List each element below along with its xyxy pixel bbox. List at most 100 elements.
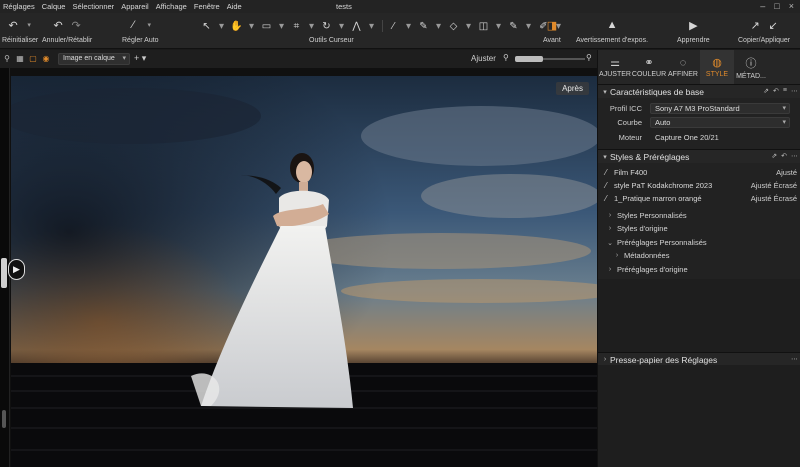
- heal-brush-icon[interactable]: ✎: [507, 19, 520, 33]
- apply-arrow-icon[interactable]: ↙: [766, 18, 780, 32]
- chevron-down-icon: ▾: [122, 55, 126, 62]
- chevron-down-icon[interactable]: ▾: [24, 18, 34, 32]
- search-icon[interactable]: ⚲: [2, 53, 12, 63]
- auto-adjust-group[interactable]: ⁄ ▾ Régler Auto: [122, 15, 159, 44]
- tree-item-custom-styles[interactable]: › Styles Personnalisés: [598, 209, 800, 222]
- eraser-icon[interactable]: ◇: [447, 19, 460, 33]
- close-icon[interactable]: ×: [789, 1, 794, 11]
- panel-handle[interactable]: [1, 258, 7, 288]
- tab-couleur[interactable]: ⚭ COULEUR: [632, 50, 666, 84]
- tab-metadonnees[interactable]: ⓘ MÉTAD...: [734, 50, 768, 84]
- styles-presets-header[interactable]: ▾ Styles & Préréglages ⇗ ↶ ⋯: [598, 149, 800, 163]
- chevron-down-icon[interactable]: ▾: [305, 19, 318, 33]
- single-view-icon[interactable]: ▢: [28, 53, 38, 63]
- chevron-down-icon[interactable]: ▾: [215, 19, 228, 33]
- copy-arrow-icon[interactable]: ⇗: [763, 87, 769, 95]
- style-name: style PaT Kodakchrome 2023: [614, 181, 713, 190]
- reset-group[interactable]: ↶ ▾ Réinitialiser: [2, 15, 38, 45]
- menu-selectionner[interactable]: Sélectionner: [69, 2, 118, 11]
- more-icon[interactable]: ⋯: [791, 87, 798, 95]
- panel-empty-area: [598, 365, 800, 467]
- chevron-down-icon[interactable]: ▾: [335, 19, 348, 33]
- sliders-icon: ⚌: [610, 57, 620, 69]
- applied-style-row[interactable]: ⁄ style PaT Kodakchrome 2023 Ajusté Écra…: [598, 179, 800, 192]
- maximize-icon[interactable]: □: [774, 1, 779, 11]
- tree-item-metadata[interactable]: › Métadonnées: [598, 249, 800, 262]
- brush-icon[interactable]: ✎: [417, 19, 430, 33]
- applied-style-row[interactable]: ⁄ Film F400 Ajusté: [598, 166, 800, 179]
- minimize-icon[interactable]: –: [760, 1, 765, 11]
- exposure-warning-group[interactable]: ▲ Avertissement d'expos.: [576, 15, 648, 44]
- after-label[interactable]: Après: [556, 82, 589, 95]
- more-icon[interactable]: ⋯: [791, 355, 798, 363]
- tree-item-builtin-presets[interactable]: › Préréglages d'origine: [598, 263, 800, 276]
- before-after-icon[interactable]: ◨: [545, 18, 559, 32]
- crop-icon[interactable]: ⌗: [290, 19, 303, 33]
- basic-characteristics-header[interactable]: ▾ Caractéristiques de base ⇗ ↶ ≡ ⋯: [598, 84, 800, 98]
- chevron-down-icon[interactable]: ▾: [365, 19, 378, 33]
- tab-ajuster[interactable]: ⚌ AJUSTER: [598, 50, 632, 84]
- applied-style-row[interactable]: ⁄ 1_Pratique marron orangé Ajusté Écrasé: [598, 192, 800, 205]
- redo-icon[interactable]: ↷: [69, 18, 83, 32]
- menu-calque[interactable]: Calque: [39, 2, 70, 11]
- zoom-out-icon[interactable]: ⚲: [503, 53, 509, 62]
- zoom-in-icon[interactable]: ⚲: [586, 53, 592, 62]
- pan-hand-icon[interactable]: ✋: [230, 19, 243, 33]
- copy-apply-group[interactable]: ↗ ↙ Copier/Appliquer: [738, 15, 791, 45]
- tab-style[interactable]: ◍ STYLE: [700, 50, 734, 84]
- layer-select[interactable]: Image en calque ▾: [58, 53, 130, 65]
- magic-wand-icon[interactable]: ⁄: [126, 18, 140, 32]
- add-layer-button[interactable]: + ▾: [134, 53, 146, 64]
- copy-arrow-icon[interactable]: ⇗: [771, 152, 777, 160]
- icc-profile-value: Sony A7 M3 ProStandard: [655, 104, 740, 113]
- menu-icon[interactable]: ≡: [783, 87, 787, 95]
- clipboard-header[interactable]: › Presse-papier des Réglages ⋯: [598, 352, 800, 366]
- copy-arrow-icon[interactable]: ↗: [748, 18, 762, 32]
- more-icon[interactable]: ⋯: [791, 152, 798, 160]
- eye-icon[interactable]: ◉: [41, 53, 51, 63]
- menu-appareil[interactable]: Appareil: [118, 2, 153, 11]
- loupe-icon[interactable]: ▭: [260, 19, 273, 33]
- chevron-right-icon: ›: [615, 252, 619, 259]
- eyedropper-icon[interactable]: ⁄: [387, 19, 400, 33]
- play-icon[interactable]: ▶: [8, 259, 25, 280]
- chevron-down-icon[interactable]: ▾: [432, 19, 445, 33]
- play-video-icon[interactable]: ▶: [686, 18, 700, 32]
- menu-aide[interactable]: Aide: [224, 2, 246, 11]
- rotate-icon[interactable]: ↻: [320, 19, 333, 33]
- reset-icon[interactable]: ↶: [773, 87, 779, 95]
- chevron-down-icon[interactable]: ▾: [245, 19, 258, 33]
- chevron-down-icon[interactable]: ▾: [144, 18, 154, 32]
- scroll-handle[interactable]: [2, 410, 6, 428]
- undo-icon[interactable]: ↶: [51, 18, 65, 32]
- chevron-down-icon[interactable]: ▾: [402, 19, 415, 33]
- tree-item-label: Métadonnées: [624, 251, 670, 260]
- before-after-group[interactable]: ◨ Avant: [543, 15, 561, 45]
- select-arrow-icon[interactable]: ↖: [200, 19, 213, 33]
- icc-profile-select[interactable]: Sony A7 M3 ProStandard ▾: [650, 103, 790, 114]
- reset-icon[interactable]: ↶: [6, 18, 20, 32]
- chevron-down-icon[interactable]: ▾: [462, 19, 475, 33]
- tab-affiner[interactable]: ◌ AFFINER: [666, 50, 700, 84]
- keystone-icon[interactable]: ⋀: [350, 19, 363, 33]
- curve-select[interactable]: Auto ▾: [650, 117, 790, 128]
- copy-apply-label: Copier/Appliquer: [738, 37, 791, 44]
- chevron-down-icon[interactable]: ▾: [522, 19, 535, 33]
- gradient-icon[interactable]: ◫: [477, 19, 490, 33]
- grid-view-icon[interactable]: ▦: [15, 53, 25, 63]
- menu-affichage[interactable]: Affichage: [153, 2, 191, 11]
- zoom-slider[interactable]: [515, 56, 585, 62]
- menu-fenetre[interactable]: Fenêtre: [191, 2, 224, 11]
- undo-redo-group[interactable]: ↶ ↷ Annuler/Rétablir: [42, 15, 92, 45]
- reset-icon[interactable]: ↶: [781, 152, 787, 160]
- tree-item-custom-presets[interactable]: ⌄ Préréglages Personnalisés: [598, 236, 800, 249]
- warning-icon[interactable]: ▲: [605, 18, 619, 32]
- chevron-down-icon[interactable]: ▾: [275, 19, 288, 33]
- fit-label[interactable]: Ajuster: [471, 54, 496, 63]
- chevron-down-icon[interactable]: ▾: [492, 19, 505, 33]
- menu-reglages[interactable]: Réglages: [0, 2, 39, 11]
- tree-item-builtin-styles[interactable]: › Styles d'origine: [598, 222, 800, 235]
- zoom-slider-handle[interactable]: [515, 56, 543, 62]
- learn-group[interactable]: ▶ Apprendre: [677, 15, 710, 45]
- icc-profile-label: Profil ICC: [609, 104, 642, 113]
